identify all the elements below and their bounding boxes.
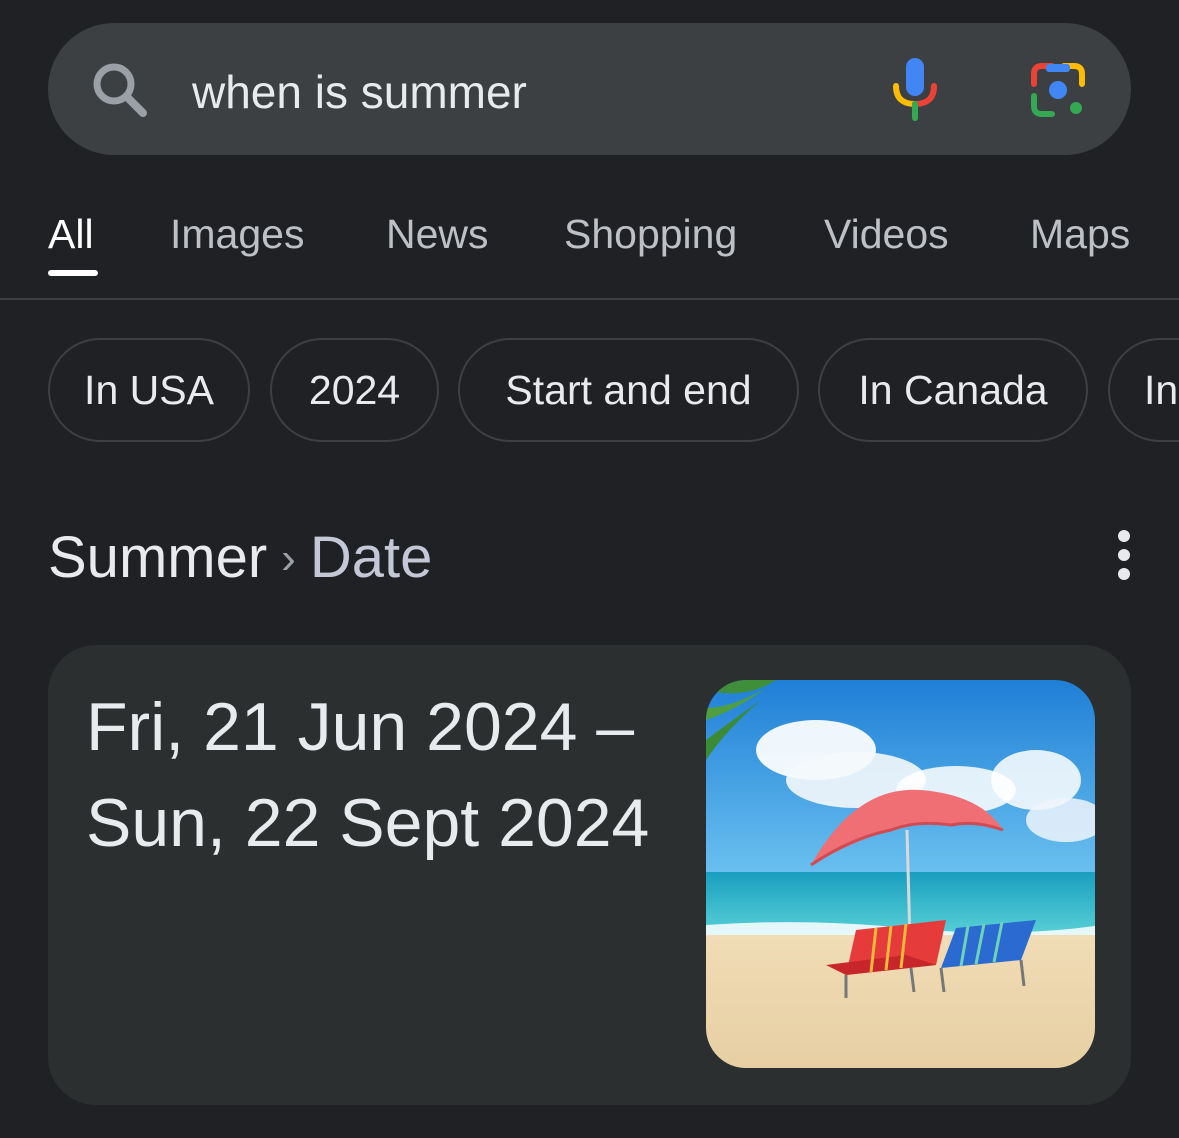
mic-icon[interactable] [886, 52, 944, 124]
tab-maps[interactable]: Maps [1030, 209, 1130, 259]
tabs-divider [0, 298, 1179, 300]
lens-icon[interactable] [1026, 58, 1090, 122]
search-input[interactable]: when is summer [192, 62, 527, 122]
chip-in-partial[interactable]: In [1108, 338, 1179, 442]
search-icon [93, 63, 147, 117]
result-title[interactable]: Summer [48, 525, 267, 590]
search-tabs: All Images News Shopping Videos Maps [0, 195, 1179, 299]
beach-image[interactable] [706, 680, 1095, 1068]
date-range-start: Fri, 21 Jun 2024 – [86, 689, 635, 765]
active-tab-indicator [48, 270, 98, 276]
chip-in-usa[interactable]: In USA [48, 338, 250, 442]
tab-all[interactable]: All [48, 209, 94, 259]
chip-start-and-end[interactable]: Start and end [458, 338, 799, 442]
result-heading: Summer › Date [48, 522, 432, 599]
tab-images[interactable]: Images [170, 209, 304, 259]
chip-2024[interactable]: 2024 [270, 338, 439, 442]
date-range-end: Sun, 22 Sept 2024 [86, 785, 650, 861]
result-subtitle[interactable]: Date [310, 525, 433, 590]
tab-videos[interactable]: Videos [824, 209, 949, 259]
tab-news[interactable]: News [386, 209, 489, 259]
more-vert-icon[interactable] [1106, 526, 1142, 584]
tab-shopping[interactable]: Shopping [564, 209, 737, 259]
chip-in-canada[interactable]: In Canada [818, 338, 1088, 442]
breadcrumb-separator: › [281, 534, 296, 583]
